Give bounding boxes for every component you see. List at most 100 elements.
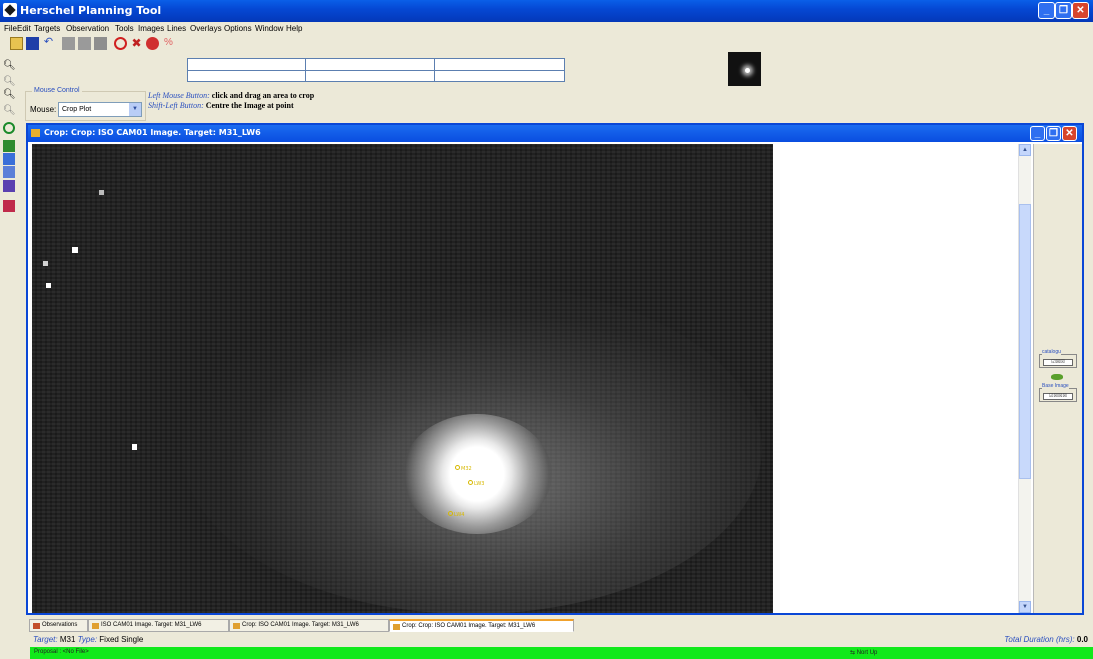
duration-label: Total Duration (hrs): [1004,635,1075,644]
recenter-icon[interactable] [3,122,15,134]
table-icon[interactable] [62,37,75,50]
zoom-fit-icon[interactable]: 🔍︎ [3,89,16,101]
checkbox-icon[interactable]: ☑☒☒ [1043,359,1073,366]
target-status-line: Target: M31 Type: Fixed Single Total Dur… [33,635,1088,646]
image-icon[interactable] [3,140,15,152]
image-canvas[interactable]: M32 LW3 LW4 [32,144,773,613]
proposal-status: Proposal : <No File> [34,649,89,655]
menu-edit[interactable]: Edit [17,24,31,33]
eye-icon[interactable] [1051,374,1063,380]
galaxy-core [402,414,552,534]
app-icon [3,3,17,17]
zoom-in-icon[interactable]: 🔍︎ [3,60,16,72]
type-value: Fixed Single [99,635,144,644]
link-icon[interactable]: % [162,37,175,50]
menu-help[interactable]: Help [286,24,302,33]
star [72,247,78,253]
vertical-scrollbar[interactable]: ▲ ▼ [1018,144,1031,613]
tab-observations[interactable]: Observations [29,619,88,632]
menu-images[interactable]: Images [138,24,164,33]
target-value: M31 [59,635,76,644]
tab-crop-crop-image[interactable]: Crop: Crop: ISO CAM01 Image. Target: M31… [389,619,574,632]
image-frame-titlebar: Crop: Crop: ISO CAM01 Image. Target: M31… [28,125,1082,142]
coord-cell [306,70,435,82]
stop-icon[interactable] [146,37,159,50]
coord-cell [188,70,306,82]
menu-options[interactable]: Options [224,24,252,33]
close-button[interactable]: ✕ [1072,2,1089,19]
tab-iso-image[interactable]: ISO CAM01 Image. Target: M31_LW6 [88,619,229,632]
overlay-label[interactable]: LW4 [448,511,464,518]
image-icon [233,623,240,629]
target-icon[interactable] [114,37,127,50]
arrows-icon: ⇆ [850,650,857,656]
minimize-button[interactable]: _ [1038,2,1055,19]
chart-icon[interactable] [3,166,15,178]
menu-file[interactable]: File [4,24,17,33]
open-icon[interactable] [10,37,23,50]
overlay-label[interactable]: M32 [455,465,472,472]
frame-minimize-button[interactable]: _ [1030,126,1045,141]
coord-cell [435,70,565,82]
menu-observation[interactable]: Observation [66,24,109,33]
scroll-up-icon[interactable]: ▲ [1019,144,1031,156]
frame-restore-button[interactable]: ❐ [1046,126,1061,141]
tab-crop-image[interactable]: Crop: ISO CAM01 Image. Target: M31_LW6 [229,619,389,632]
tab-label: Crop: ISO CAM01 Image. Target: M31_LW6 [242,622,359,628]
north-up-indicator[interactable]: ⇆ Nort Up [850,649,877,656]
overlay-label[interactable]: LW3 [468,480,484,487]
save-icon[interactable] [26,37,39,50]
mouse-mode-value: Crop Plot [62,106,92,113]
chevron-down-icon[interactable]: ▼ [129,103,141,116]
cross-icon[interactable]: ✖ [130,37,143,50]
mouse-mode-select[interactable]: Crop Plot ▼ [58,102,142,117]
shift-left-label: Shift-Left Button: [148,101,204,110]
undo-icon[interactable]: ↶ [42,37,55,50]
mouse-instructions: Left Mouse Button: click and drag an are… [148,91,314,111]
left-button-action: click and drag an area to crop [211,91,315,100]
zoom-reset-icon[interactable]: 🔍︎ [3,105,16,117]
image-frame: Crop: Crop: ISO CAM01 Image. Target: M31… [26,123,1084,615]
star [46,283,51,288]
menu-window[interactable]: Window [255,24,283,33]
frame-icon [31,129,40,137]
duration-readout: Total Duration (hrs): 0.0 [1004,635,1088,644]
star [99,190,104,195]
overview-thumbnail[interactable] [728,52,761,86]
toolbar: ↶ ✖ % [10,37,180,53]
menu-overlays[interactable]: Overlays [190,24,222,33]
overlay-side-panel: catalogu ☑☒☒ Base Image ☑☒☒☒ [1033,144,1082,613]
image-icon [393,624,400,630]
base-image-group[interactable]: Base Image ☑☒☒☒ [1039,383,1077,402]
checkbox-icon[interactable]: ☑☒☒☒ [1043,393,1073,400]
image-icon [92,623,99,629]
scroll-thumb[interactable] [1019,204,1031,479]
image-frame-title: Crop: Crop: ISO CAM01 Image. Target: M31… [44,128,261,137]
table-alt-icon[interactable] [78,37,91,50]
duration-value: 0.0 [1076,635,1088,644]
zoom-out-icon[interactable]: 🔍︎ [3,76,16,88]
type-label: Type: [77,635,98,644]
tab-label: Observations [42,622,78,628]
frame-close-button[interactable]: ✕ [1062,126,1077,141]
north-up-label: Nort Up [856,650,878,656]
shift-left-action: Centre the Image at point [205,101,294,110]
menu-bar: File Edit Targets Observation Tools Imag… [0,22,1093,35]
scroll-down-icon[interactable]: ▼ [1019,601,1031,613]
mouse-control-group: Mouse Control Mouse: Crop Plot ▼ [25,87,146,121]
delete-icon[interactable] [94,37,107,50]
window-title: Herschel Planning Tool [20,4,162,17]
menu-targets[interactable]: Targets [34,24,60,33]
menu-tools[interactable]: Tools [115,24,134,33]
catalogue-group[interactable]: catalogu ☑☒☒ [1039,349,1077,368]
layers-icon[interactable] [3,153,15,165]
table-icon [33,623,40,629]
base-image-label: Base Image [1042,383,1069,389]
restore-button[interactable]: ❐ [1055,2,1072,19]
color-map-icon[interactable] [3,200,15,212]
title-bar: Herschel Planning Tool _ ❐ ✕ [0,0,1093,22]
window-tabs: Observations ISO CAM01 Image. Target: M3… [26,619,1086,632]
status-bar: Proposal : <No File> ⇆ Nort Up [30,647,1093,659]
palette-icon[interactable] [3,180,15,192]
menu-lines[interactable]: Lines [167,24,186,33]
